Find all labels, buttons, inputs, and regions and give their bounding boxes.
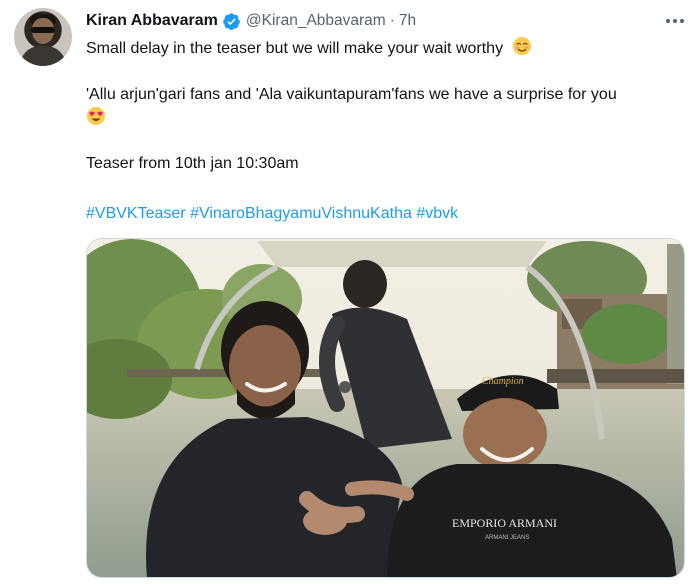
shirt-logo-subtext: ARMANI JEANS xyxy=(485,535,529,541)
hashtag-link[interactable]: #VinaroBhagyamuVishnuKatha xyxy=(190,205,412,222)
tweet-photo[interactable]: Champion EMPORIO ARMANI ARMANI JEANS xyxy=(86,238,685,578)
tweet-text-emoji-line xyxy=(86,106,106,130)
more-options-icon[interactable] xyxy=(664,12,686,30)
tweet-header: Kiran Abbavaram @Kiran_Abbavaram · 7h xyxy=(86,10,416,32)
shirt-logo-text: EMPORIO ARMANI xyxy=(452,516,557,530)
tweet-text-line-2: 'Allu arjun'gari fans and 'Ala vaikuntap… xyxy=(86,84,617,106)
tweet-text: 'Allu arjun'gari fans and 'Ala vaikuntap… xyxy=(86,86,617,103)
author-handle[interactable]: @Kiran_Abbavaram xyxy=(246,12,386,30)
separator-dot: · xyxy=(389,12,395,29)
tweet-timestamp[interactable]: 7h xyxy=(399,12,416,30)
tweet-text: Teaser from 10th jan 10:30am xyxy=(86,155,299,172)
hashtag-line: #VBVKTeaser #VinaroBhagyamuVishnuKatha #… xyxy=(86,203,458,225)
smiling-face-with-blush-emoji xyxy=(512,37,531,55)
tweet-text-line-1: Small delay in the teaser but we will ma… xyxy=(86,36,532,60)
tweet-text-line-3: Teaser from 10th jan 10:30am xyxy=(86,153,299,175)
tweet-text: Small delay in the teaser but we will ma… xyxy=(86,40,504,57)
heart-eyes-emoji xyxy=(87,107,105,125)
tweet-card: Kiran Abbavaram @Kiran_Abbavaram · 7h Sm… xyxy=(0,0,700,584)
hashtag-link[interactable]: #vbvk xyxy=(416,205,458,222)
boat-scene-image: Champion EMPORIO ARMANI ARMANI JEANS xyxy=(87,239,684,577)
avatar[interactable] xyxy=(14,8,72,66)
author-name[interactable]: Kiran Abbavaram xyxy=(86,12,218,30)
cap-logo-text: Champion xyxy=(482,376,524,387)
hashtag-link[interactable]: #VBVKTeaser xyxy=(86,205,186,222)
verified-badge-icon xyxy=(223,12,240,30)
